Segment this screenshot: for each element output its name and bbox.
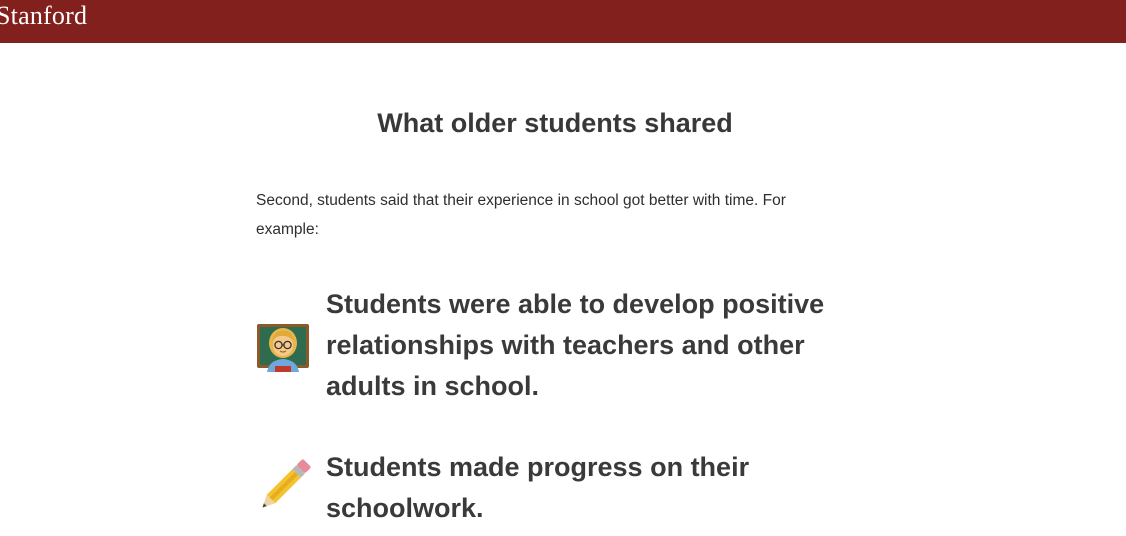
point-text: Students were able to develop positive r… xyxy=(326,289,825,401)
page-title: What older students shared xyxy=(377,108,733,138)
stanford-logo[interactable]: Stanford xyxy=(0,1,87,31)
pencil-icon xyxy=(255,459,311,515)
list-item: Students made progress on their schoolwo… xyxy=(255,447,855,531)
list-item: Students were able to develop positive r… xyxy=(255,284,855,409)
point-text: Students made progress on their schoolwo… xyxy=(326,452,750,523)
teacher-icon xyxy=(255,320,311,376)
intro-paragraph: Second, students said that their experie… xyxy=(256,192,786,238)
header-bar: Stanford xyxy=(0,0,1126,43)
